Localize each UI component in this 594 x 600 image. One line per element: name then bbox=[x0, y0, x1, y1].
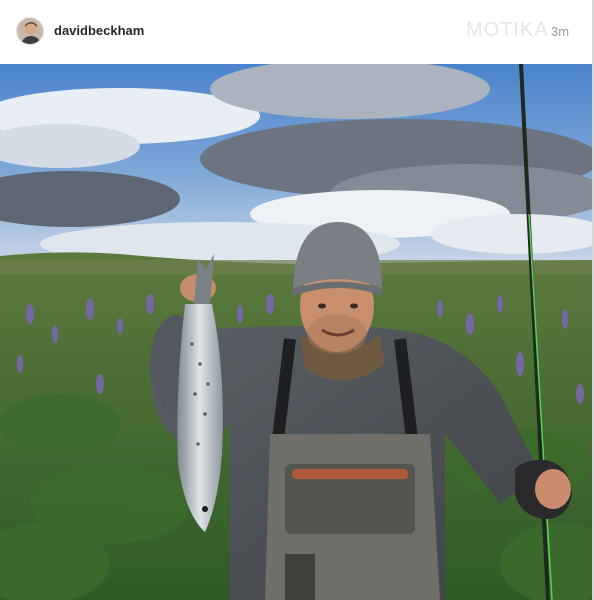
photo-image bbox=[0, 64, 594, 600]
watermark: MOTIKA bbox=[466, 19, 549, 41]
avatar-icon bbox=[17, 18, 43, 44]
avatar[interactable] bbox=[16, 17, 44, 45]
post-timestamp[interactable]: 3m bbox=[551, 24, 569, 39]
post-header: davidbeckham MOTIKA 3m bbox=[0, 0, 594, 64]
username-link[interactable]: davidbeckham bbox=[54, 23, 144, 38]
post-photo[interactable] bbox=[0, 64, 594, 600]
